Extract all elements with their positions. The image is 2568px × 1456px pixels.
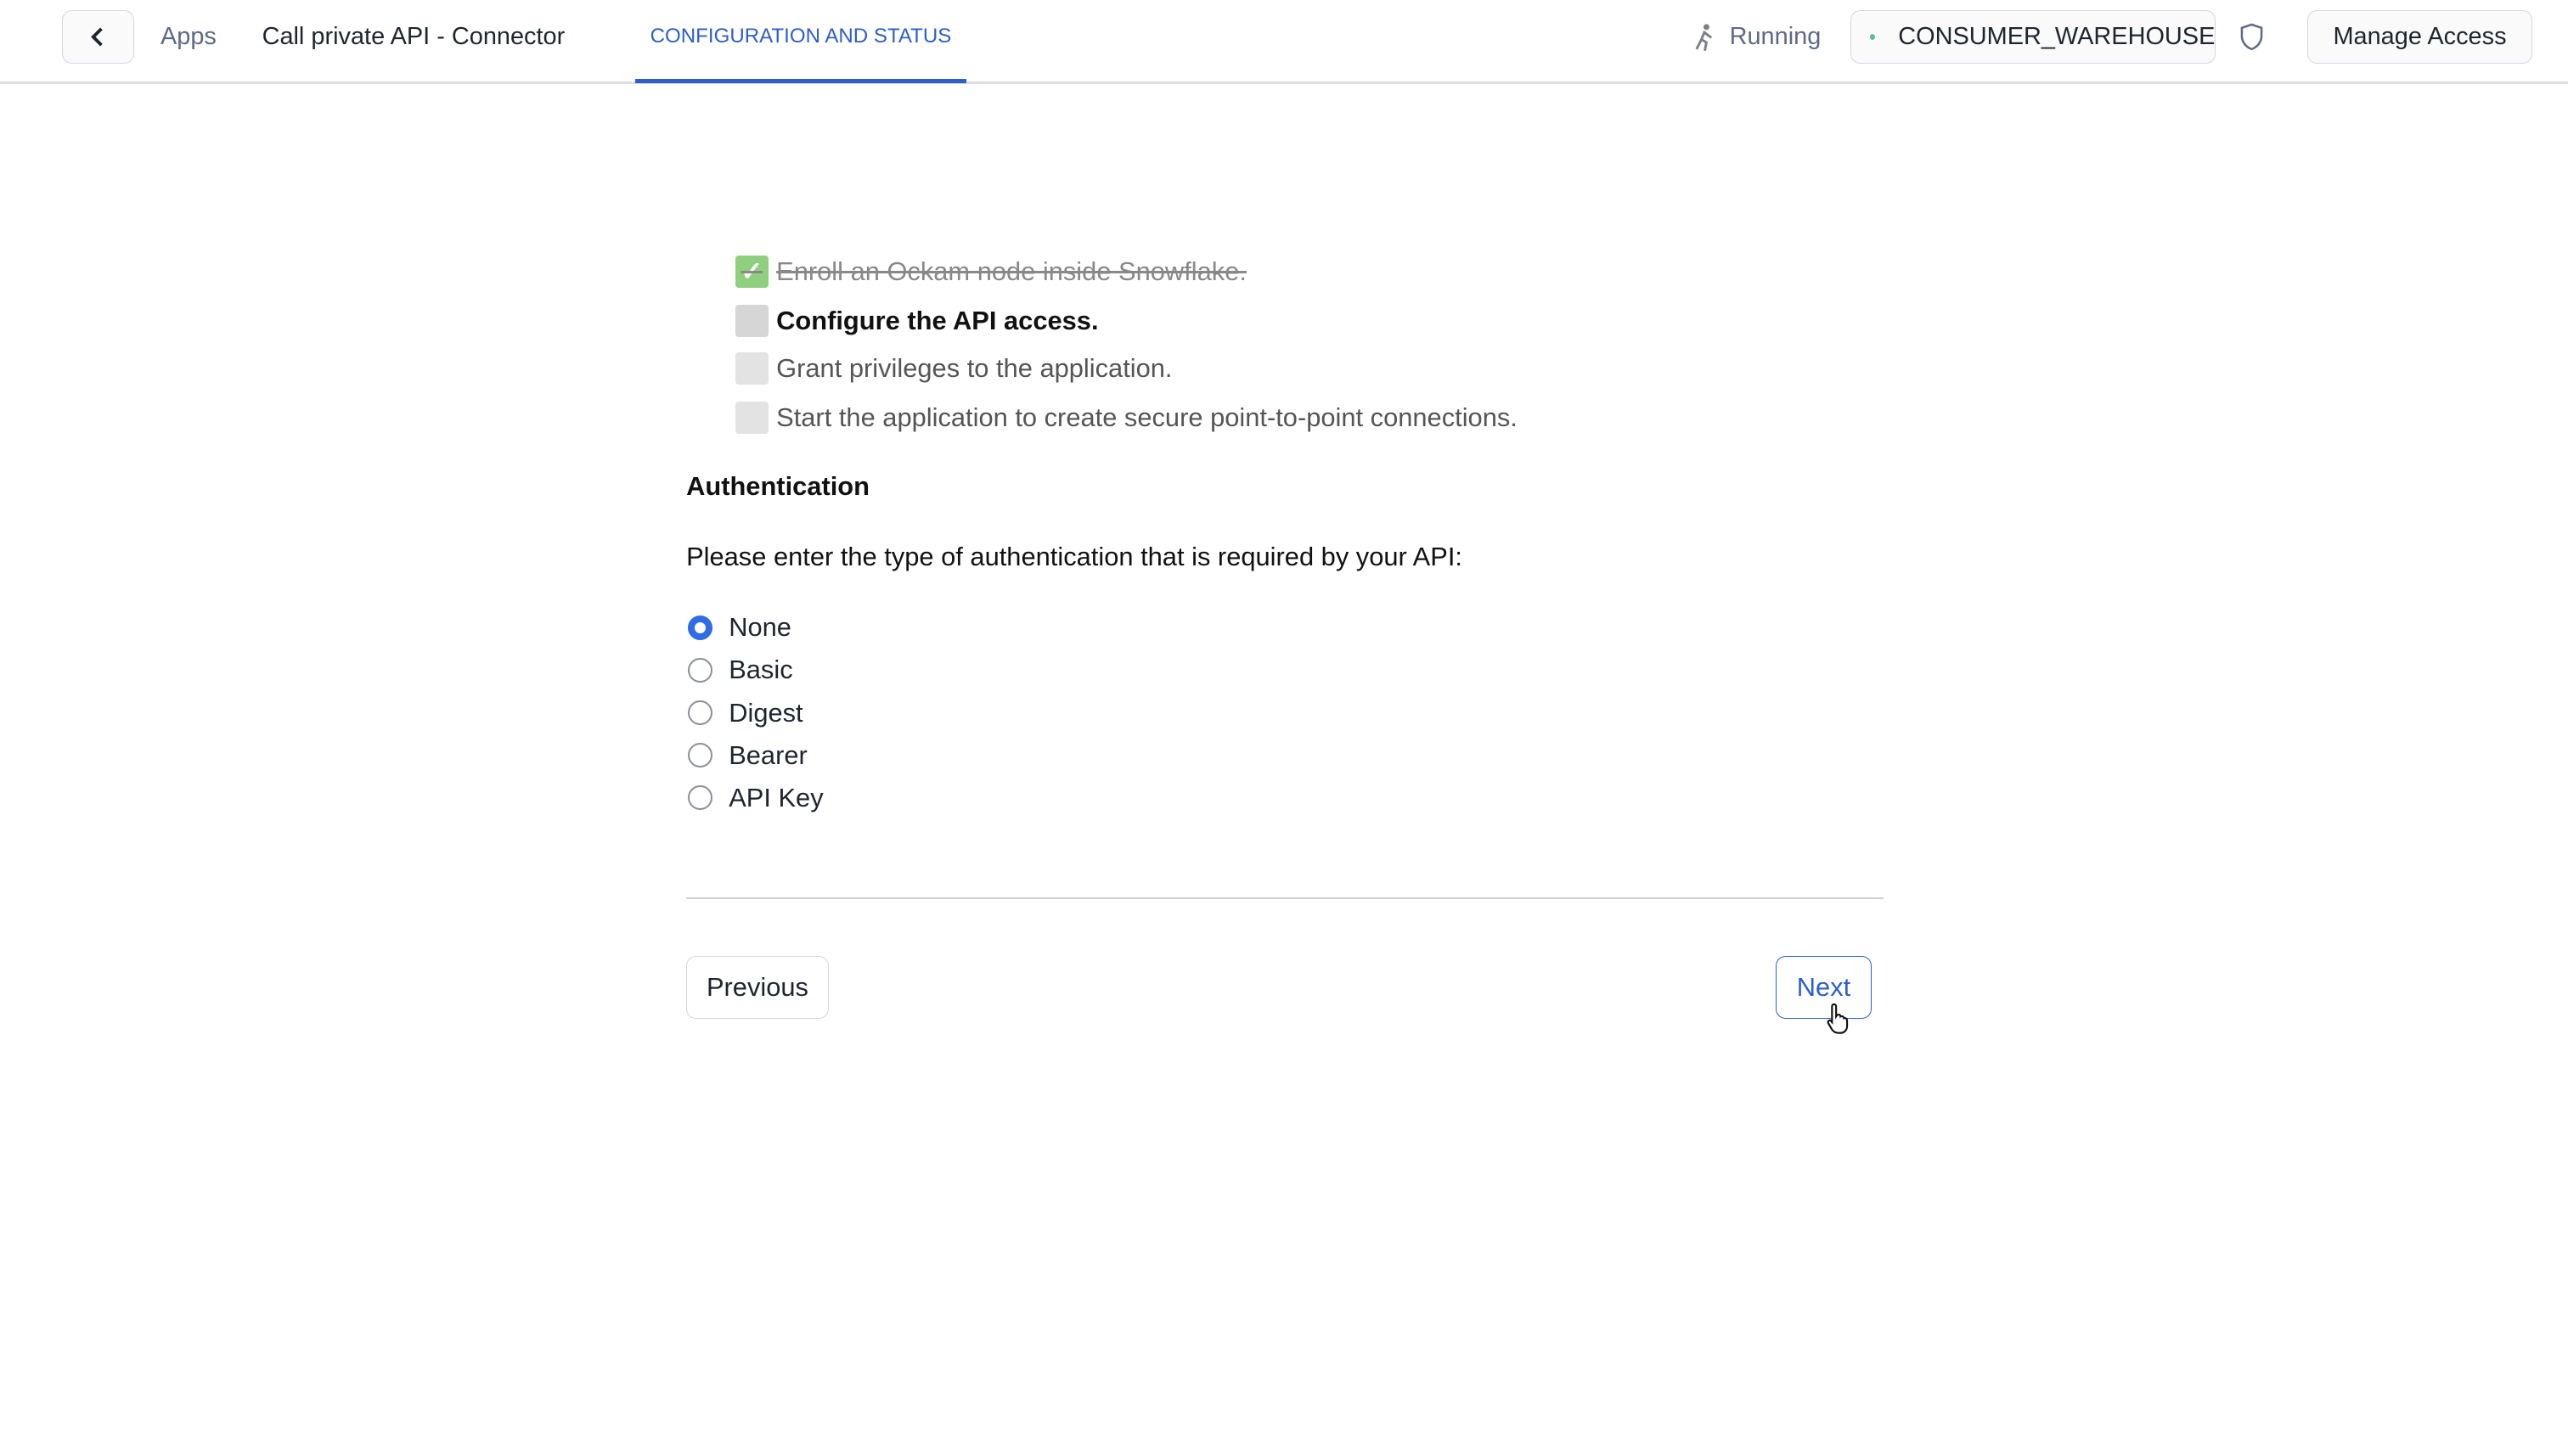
radio-icon[interactable] bbox=[688, 700, 712, 726]
warehouse-selector[interactable]: CONSUMER_WAREHOUSE bbox=[1850, 9, 2216, 65]
section-title: Authentication bbox=[686, 471, 870, 502]
app-title: Call private API - Connector bbox=[262, 23, 566, 50]
radio-icon[interactable] bbox=[688, 657, 712, 683]
checklist-item-pending: Start the application to create secure p… bbox=[735, 401, 1518, 435]
status-text: Running bbox=[1729, 23, 1822, 50]
checkbox-icon bbox=[735, 401, 769, 435]
radio-label: Digest bbox=[729, 697, 803, 728]
radio-icon[interactable] bbox=[688, 785, 712, 811]
active-tab-indicator bbox=[635, 78, 966, 84]
checklist-label: Grant privileges to the application. bbox=[776, 352, 1173, 383]
tab-configuration-and-status[interactable]: CONFIGURATION AND STATUS bbox=[650, 25, 952, 48]
radio-bearer[interactable]: Bearer bbox=[688, 740, 808, 771]
checklist-label: Start the application to create secure p… bbox=[776, 402, 1518, 432]
checkmark-icon: ✓ bbox=[735, 255, 769, 289]
radio-basic[interactable]: Basic bbox=[688, 655, 793, 685]
radio-api-key[interactable]: API Key bbox=[688, 783, 824, 813]
previous-button[interactable]: Previous bbox=[686, 956, 829, 1019]
back-button[interactable] bbox=[62, 9, 135, 65]
radio-label: Bearer bbox=[729, 739, 808, 770]
radio-label: None bbox=[729, 612, 791, 643]
radio-none[interactable]: None bbox=[688, 612, 791, 643]
next-button[interactable]: Next bbox=[1775, 956, 1872, 1019]
radio-label: API Key bbox=[729, 782, 824, 812]
hand-cursor-icon bbox=[1827, 1003, 1849, 1034]
manage-access-button[interactable]: Manage Access bbox=[2307, 9, 2532, 65]
radio-digest[interactable]: Digest bbox=[688, 698, 803, 728]
status-dot bbox=[1869, 33, 1876, 41]
checklist-label: Configure the API access. bbox=[776, 306, 1099, 335]
checklist-item-done: ✓ Enroll an Ockam node inside Snowflake. bbox=[735, 255, 1247, 289]
radio-selected-icon[interactable] bbox=[688, 615, 712, 640]
checkbox-icon bbox=[735, 351, 769, 385]
radio-label: Basic bbox=[729, 655, 793, 685]
shield-icon[interactable] bbox=[2240, 23, 2263, 51]
checkbox-icon bbox=[735, 304, 769, 338]
checklist-item-pending: Grant privileges to the application. bbox=[735, 351, 1173, 385]
auth-prompt: Please enter the type of authentication … bbox=[686, 542, 1462, 572]
top-bar: Apps Call private API - Connector CONFIG… bbox=[0, 0, 2568, 85]
warehouse-name: CONSUMER_WAREHOUSE bbox=[1898, 22, 2216, 50]
checklist-label: Enroll an Ockam node inside Snowflake. bbox=[776, 256, 1247, 287]
running-person-icon bbox=[1695, 24, 1713, 52]
radio-icon[interactable] bbox=[688, 743, 712, 768]
breadcrumb-apps[interactable]: Apps bbox=[160, 23, 217, 51]
divider bbox=[686, 897, 1884, 899]
chevron-left-icon bbox=[91, 27, 103, 47]
checklist-item-current: Configure the API access. bbox=[735, 304, 1099, 338]
